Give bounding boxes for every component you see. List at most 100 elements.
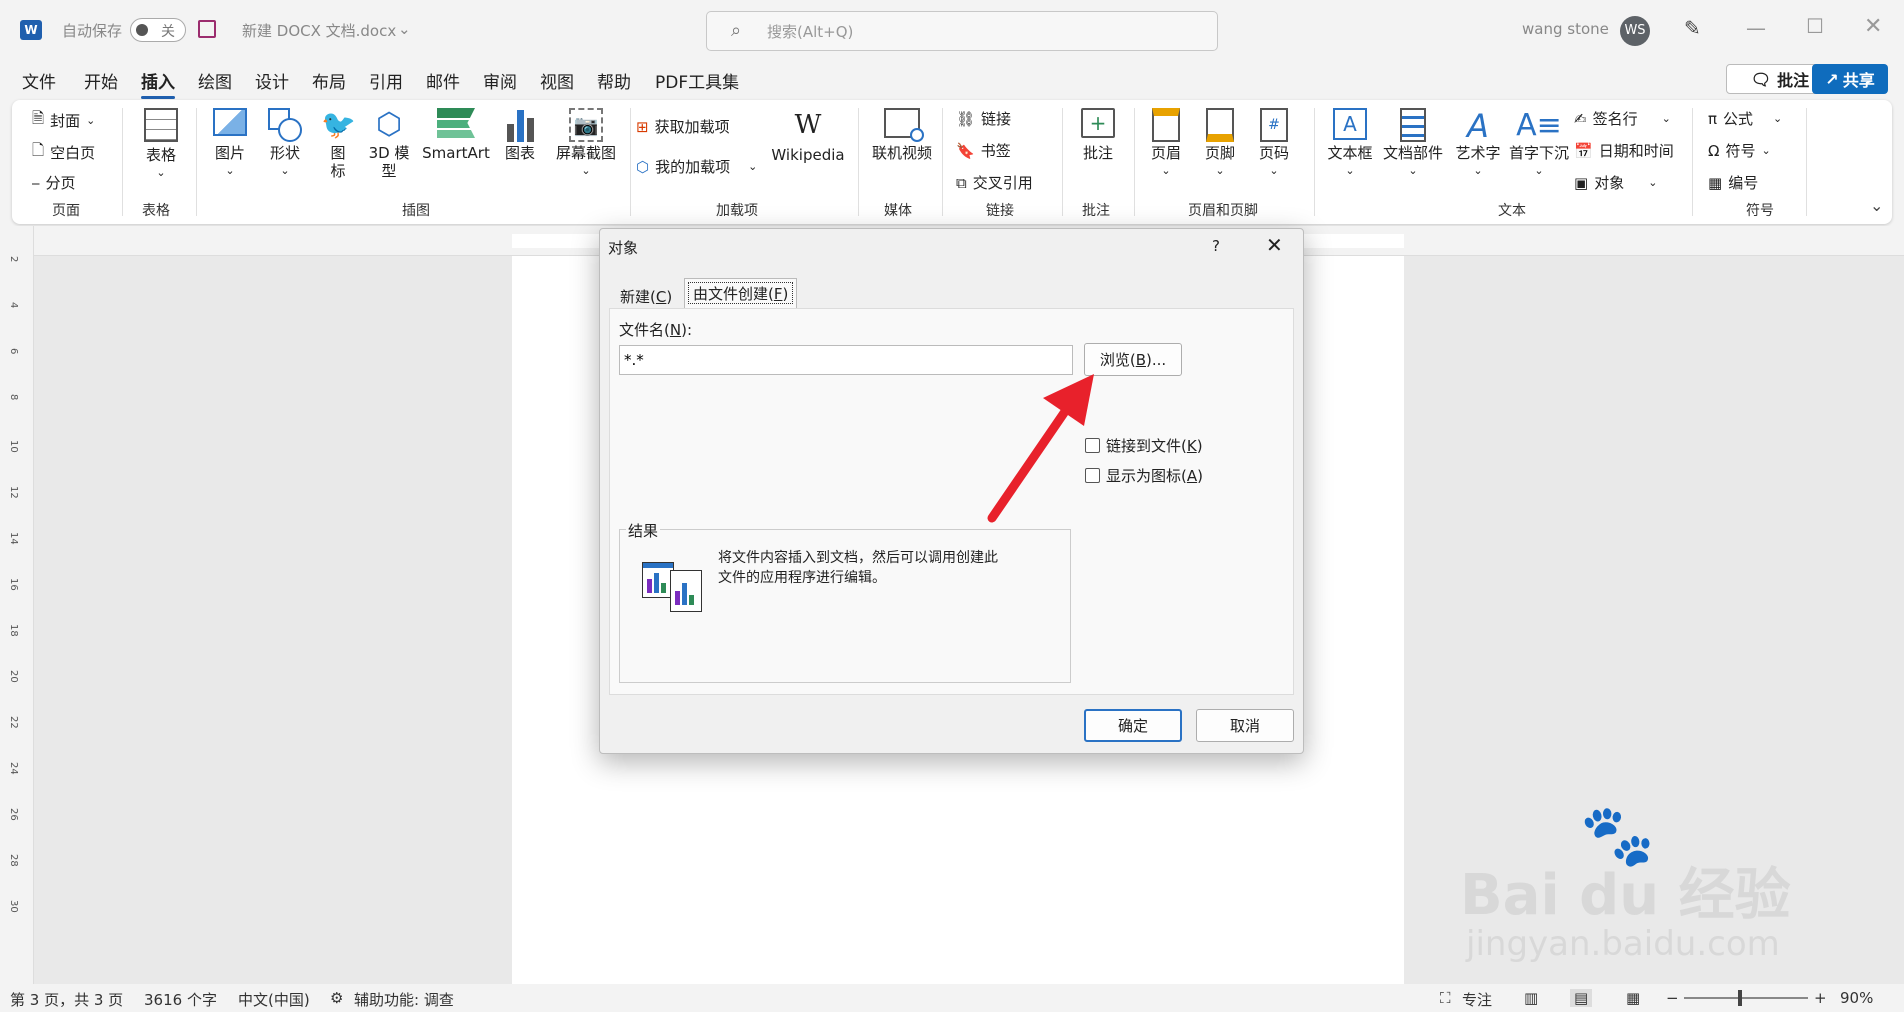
zoom-in-icon[interactable]: + [1814, 989, 1827, 1007]
ruler-number: 8 [8, 394, 19, 401]
filename-input[interactable] [619, 345, 1073, 375]
wikipedia-button[interactable]: W Wikipedia [768, 110, 848, 164]
zoom-slider-thumb[interactable] [1738, 990, 1742, 1006]
equation-button[interactable]: π 公式 ⌄ [1708, 108, 1782, 129]
page-count[interactable]: 第 3 页，共 3 页 [10, 989, 123, 1010]
tab-create-from-file[interactable]: 由文件创建(F) [684, 278, 798, 308]
cancel-button[interactable]: 取消 [1196, 709, 1294, 742]
date-time-button[interactable]: 📅 日期和时间 [1574, 140, 1674, 161]
chevron-down-icon[interactable]: ⌄ [398, 20, 411, 38]
zoom-slider[interactable] [1684, 990, 1808, 1006]
blank-page-button[interactable]: 🗋 空白页 [32, 140, 95, 165]
signature-line-button[interactable]: ✍ 签名行 ⌄ [1574, 108, 1671, 129]
maximize-icon[interactable]: ☐ [1806, 14, 1824, 38]
pen-icon[interactable]: ✎ [1684, 16, 1701, 40]
number-button[interactable]: ▦ 编号 [1708, 172, 1758, 193]
tab-file[interactable]: 文件 [22, 68, 56, 93]
my-addins-button[interactable]: ⬡ 我的加载项 ⌄ [636, 156, 757, 177]
separator [858, 108, 859, 216]
link-icon: ⛓ [956, 109, 976, 128]
symbol-button[interactable]: Ω 符号 ⌄ [1708, 140, 1771, 161]
page-number-label: 页码 [1258, 144, 1289, 162]
tab-view[interactable]: 视图 [540, 68, 574, 93]
screenshot-button[interactable]: 📷 屏幕截图 ⌄ [548, 108, 624, 180]
footer-button[interactable]: 页脚 ⌄ [1198, 108, 1242, 180]
3d-model-label-2: 型 [381, 162, 397, 180]
shape-button[interactable]: 形状 ⌄ [260, 108, 310, 180]
icons-button[interactable]: 🐦 图标 [318, 108, 358, 180]
save-icon[interactable] [198, 20, 216, 38]
language[interactable]: 中文(中国) [238, 989, 310, 1010]
picture-icon [213, 108, 247, 136]
word-count[interactable]: 3616 个字 [144, 989, 217, 1010]
chart-button[interactable]: 图表 [498, 108, 542, 162]
autosave-toggle[interactable]: 关 [130, 18, 186, 42]
tab-insert[interactable]: 插入 [141, 68, 175, 99]
new-comment-button[interactable]: + 批注 [1076, 108, 1120, 162]
minimize-icon[interactable]: — [1746, 16, 1766, 40]
header-button[interactable]: 页眉 ⌄ [1144, 108, 1188, 180]
picture-button[interactable]: 图片 ⌄ [208, 108, 252, 180]
result-label: 结果 [626, 520, 661, 541]
link-label-end: ) [1196, 437, 1203, 455]
search-box[interactable]: ⌕ 搜索(Alt+Q) [706, 11, 1218, 51]
chevron-down-icon: ⌄ [1648, 176, 1658, 189]
smartart-button[interactable]: SmartArt [418, 108, 494, 162]
zoom-level[interactable]: 90% [1840, 989, 1873, 1007]
header-label: 页眉 [1150, 144, 1181, 162]
ruler-number: 14 [8, 532, 19, 545]
bookmark-button[interactable]: 🔖 书签 [956, 140, 1011, 161]
close-icon[interactable]: ✕ [1266, 233, 1283, 257]
tab-draw[interactable]: 绘图 [198, 68, 232, 93]
wordart-button[interactable]: A 艺术字 ⌄ [1452, 108, 1504, 180]
drop-cap-button[interactable]: A≡ 首字下沉 ⌄ [1506, 108, 1572, 180]
print-layout-icon[interactable]: ▤ [1570, 989, 1593, 1007]
3d-model-button[interactable]: ⬡ 3D 模型 [364, 108, 414, 181]
object-button[interactable]: ▣ 对象 ⌄ [1574, 172, 1657, 193]
tab-design[interactable]: 设计 [255, 68, 289, 93]
tab-new[interactable]: 新建(C) [612, 282, 680, 308]
link-button[interactable]: ⛓ 链接 [956, 108, 1011, 129]
checkbox-box [1085, 438, 1100, 453]
toggle-state: 关 [161, 24, 175, 40]
cross-reference-button[interactable]: ⧉ 交叉引用 [956, 172, 1033, 193]
accessibility-status[interactable]: 辅助功能: 调查 [354, 989, 454, 1010]
tab-pdf[interactable]: PDF工具集 [655, 68, 739, 93]
online-video-button[interactable]: 联机视频 [868, 108, 936, 162]
page-break-button[interactable]: ⎯ 分页 [32, 172, 76, 193]
get-addins-button[interactable]: ⊞ 获取加载项 [636, 116, 730, 137]
cover-page-button[interactable]: 🗎 封面 ⌄ [32, 108, 95, 133]
page-number-button[interactable]: # 页码 ⌄ [1252, 108, 1296, 180]
table-button[interactable]: 表格 ⌄ [138, 108, 184, 182]
chevron-down-icon: ⌄ [581, 164, 591, 177]
browse-button[interactable]: 浏览(B)... [1084, 343, 1182, 376]
tab-home[interactable]: 开始 [84, 68, 118, 93]
textbox-button[interactable]: A 文本框 ⌄ [1324, 108, 1376, 180]
my-addins-icon: ⬡ [636, 157, 650, 176]
user-name[interactable]: wang stone [1522, 20, 1609, 38]
insert-object-icon [642, 562, 704, 614]
doc-title[interactable]: 新建 DOCX 文档.docx [242, 20, 396, 41]
display-as-icon-checkbox[interactable]: 显示为图标(A) [1085, 465, 1203, 486]
smartart-icon [437, 108, 475, 138]
tab-references[interactable]: 引用 [369, 68, 403, 93]
share-button[interactable]: ↗ 共享 [1812, 64, 1888, 94]
help-button[interactable]: ? [1212, 237, 1220, 255]
zoom-out-icon[interactable]: − [1666, 989, 1679, 1007]
focus-mode[interactable]: 专注 [1462, 989, 1492, 1010]
vertical-ruler[interactable]: 2 4 6 8 10 12 14 16 18 20 22 24 26 28 30 [0, 226, 34, 984]
link-to-file-checkbox[interactable]: 链接到文件(K) [1085, 435, 1203, 456]
close-icon[interactable]: ✕ [1864, 14, 1882, 39]
tab-layout[interactable]: 布局 [312, 68, 346, 93]
web-layout-icon[interactable]: ▦ [1626, 989, 1640, 1007]
avatar[interactable]: WS [1620, 16, 1650, 46]
quick-parts-button[interactable]: 文档部件 ⌄ [1380, 108, 1446, 180]
read-mode-icon[interactable]: ▥ [1524, 989, 1538, 1007]
tab-mailings[interactable]: 邮件 [426, 68, 460, 93]
link-label-text: 链接到文件( [1106, 437, 1187, 455]
tab-help[interactable]: 帮助 [597, 68, 631, 93]
chevron-down-icon: ⌄ [1408, 164, 1418, 177]
ok-button[interactable]: 确定 [1084, 709, 1182, 742]
tab-review[interactable]: 审阅 [483, 68, 517, 93]
ribbon-collapse-icon[interactable]: ⌄ [1870, 196, 1883, 215]
